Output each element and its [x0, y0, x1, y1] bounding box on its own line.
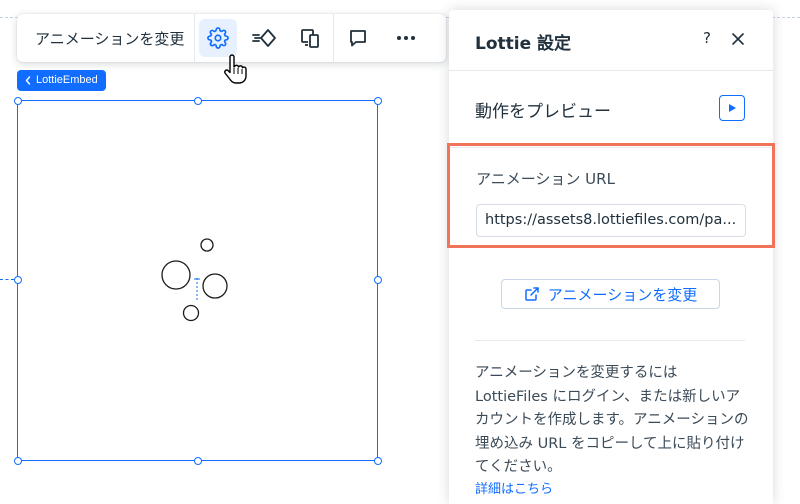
resize-handle-top[interactable] — [194, 97, 202, 105]
animation-icon — [252, 29, 276, 47]
resize-handle-bottom-right[interactable] — [374, 457, 382, 465]
animation-url-label: アニメーション URL — [476, 170, 615, 188]
change-animation-button-label: アニメーションを変更 — [547, 285, 698, 304]
learn-more-link[interactable]: 詳細はこちら — [475, 478, 553, 497]
comment-icon — [350, 30, 366, 47]
more-actions-button[interactable] — [382, 14, 430, 62]
alignment-guide — [0, 279, 14, 280]
help-description: アニメーションを変更するには LottieFiles にログイン、または新しいア… — [475, 365, 749, 475]
breadcrumb[interactable]: LottieEmbed — [17, 70, 106, 91]
comment-button[interactable] — [334, 14, 382, 62]
animation-url-section: アニメーション URL https://assets8.lottiefiles.… — [447, 143, 775, 248]
more-icon — [397, 36, 415, 40]
editor-canvas: アニメーションを変更 LottieEmbed Lottie 設定 ? 動作をプレ… — [0, 0, 800, 504]
resize-handle-right[interactable] — [374, 276, 382, 284]
preview-behavior-row: 動作をプレビュー — [449, 71, 773, 148]
chevron-left-icon — [25, 76, 31, 85]
panel-title: Lottie 設定 — [475, 34, 572, 54]
help-button[interactable]: ? — [703, 29, 711, 47]
play-preview-button[interactable] — [719, 95, 745, 121]
hand-cursor-icon — [224, 54, 247, 84]
layout-button[interactable] — [287, 14, 333, 62]
play-icon — [729, 104, 736, 112]
panel-header: Lottie 設定 ? — [449, 10, 773, 71]
animation-url-input[interactable]: https://assets8.lottiefiles.com/pa... — [476, 204, 746, 237]
resize-handle-bottom-left[interactable] — [14, 457, 22, 465]
layout-icon — [301, 29, 319, 48]
external-link-icon — [525, 287, 539, 301]
preview-behavior-label: 動作をプレビュー — [475, 102, 611, 122]
resize-handle-left[interactable] — [14, 276, 22, 284]
change-animation-button[interactable]: アニメーションを変更 — [501, 279, 720, 309]
gear-icon — [207, 27, 229, 49]
resize-handle-top-right[interactable] — [374, 97, 382, 105]
section-divider — [475, 340, 745, 341]
breadcrumb-label: LottieEmbed — [36, 74, 98, 86]
close-icon[interactable] — [729, 30, 747, 48]
lottie-settings-panel: Lottie 設定 ? 動作をプレビュー アニメーション URL https:/… — [447, 10, 775, 504]
resize-handle-top-left[interactable] — [14, 97, 22, 105]
lottie-animation-preview — [161, 238, 228, 322]
change-animation-toolbar-button[interactable]: アニメーションを変更 — [17, 28, 194, 49]
change-animation-row: アニメーションを変更 — [449, 251, 773, 341]
resize-handle-bottom[interactable] — [194, 457, 202, 465]
